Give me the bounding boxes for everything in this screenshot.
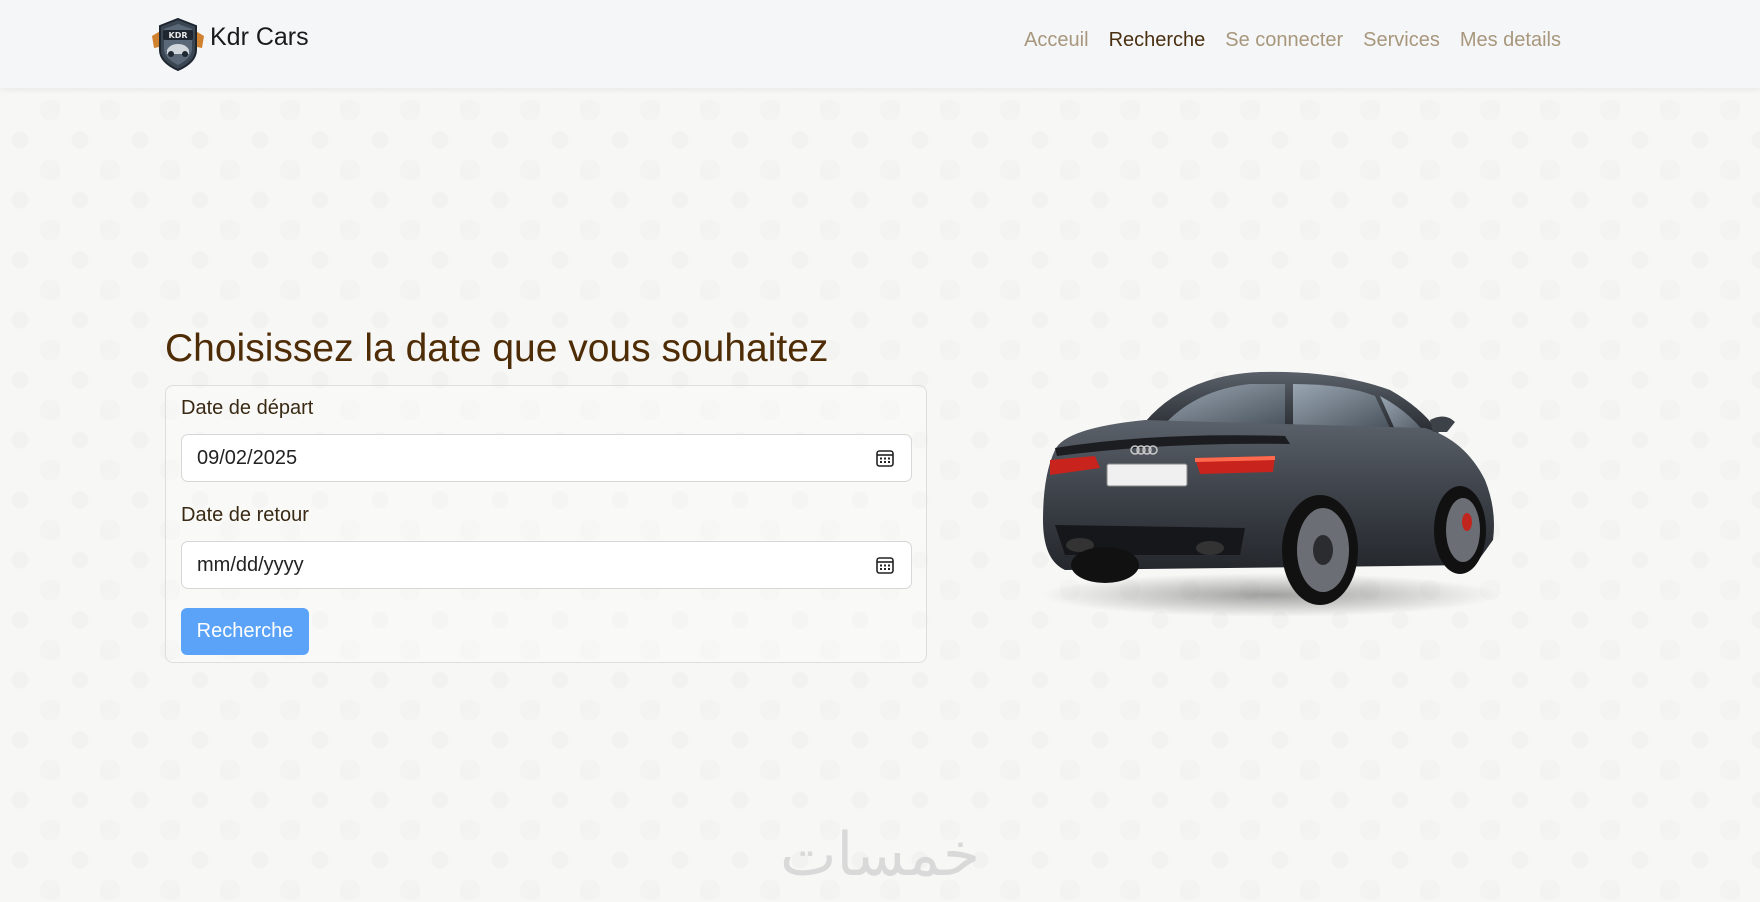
nav-link-se-connecter[interactable]: Se connecter xyxy=(1225,29,1343,52)
return-date-placeholder: mm/dd/yyyy xyxy=(197,554,304,576)
main-nav: Acceuil Recherche Se connecter Services … xyxy=(1024,29,1561,52)
date-search-form: Date de départ 09/02/2025 Date de retour… xyxy=(165,385,927,663)
navbar: KDR Kdr Cars Acceuil Recherche Se connec… xyxy=(0,0,1760,88)
return-date-label: Date de retour xyxy=(181,504,309,526)
calendar-icon[interactable] xyxy=(875,448,895,468)
watermark: خمسات xyxy=(779,820,981,890)
brand-link[interactable]: KDR Kdr Cars xyxy=(150,16,309,72)
nav-link-mes-details[interactable]: Mes details xyxy=(1460,29,1561,52)
calendar-icon[interactable] xyxy=(875,555,895,575)
logo-text: KDR xyxy=(169,31,188,40)
kdr-badge-icon: KDR xyxy=(152,17,204,72)
nav-link-acceuil[interactable]: Acceuil xyxy=(1024,29,1088,52)
departure-date-input[interactable]: 09/02/2025 xyxy=(181,434,912,482)
nav-link-services[interactable]: Services xyxy=(1363,29,1440,52)
departure-date-label: Date de départ xyxy=(181,397,314,419)
page-title: Choisissez la date que vous souhaitez xyxy=(165,327,829,370)
search-button[interactable]: Recherche xyxy=(181,608,309,655)
return-date-input[interactable]: mm/dd/yyyy xyxy=(181,541,912,589)
brand-name: Kdr Cars xyxy=(210,22,309,51)
nav-link-recherche[interactable]: Recherche xyxy=(1109,29,1206,52)
car-image xyxy=(1040,371,1500,617)
departure-date-value: 09/02/2025 xyxy=(197,447,298,469)
